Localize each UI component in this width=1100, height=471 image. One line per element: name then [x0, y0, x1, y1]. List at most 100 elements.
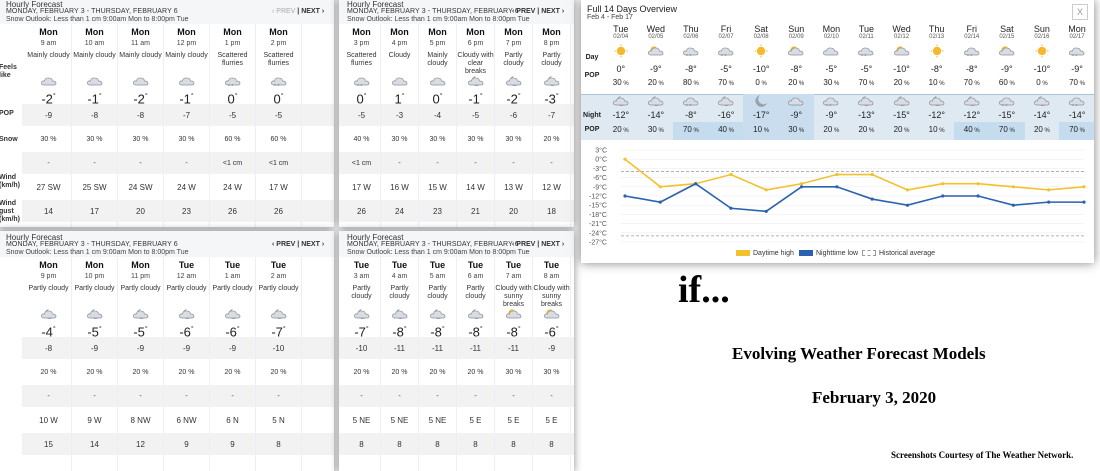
cell-day: Mon	[210, 28, 255, 37]
hour-column: Tue 7 am Cloudy with sunny breaks -8° -11 30 …	[495, 257, 533, 471]
cond-value: Mainly cloudy	[27, 52, 70, 59]
overview-hi: -5°	[814, 64, 850, 74]
cell-time: 7 pm	[495, 40, 532, 48]
feels-value: -11	[394, 344, 405, 353]
cell-feels: -11	[381, 345, 418, 353]
day-value: Tue	[353, 260, 370, 270]
percent-sign: %	[832, 128, 840, 134]
panel-date-range: MONDAY, FEBRUARY 3 - THURSDAY, FEBRUARY …	[6, 241, 178, 248]
panel-header: Hourly Forecast MONDAY, FEBRUARY 3 - THUR…	[0, 231, 334, 257]
degree-sign: °	[479, 93, 483, 100]
panel-header: Hourly Forecast MONDAY, FEBRUARY 3 - THUR…	[339, 231, 574, 257]
day-value: Mon	[85, 27, 104, 37]
wind-value: 14 W	[466, 183, 485, 192]
hour-column: Mon 4 pm Cloudy 1° -3 30 % - 16 W 24	[381, 24, 419, 227]
day-value: Tue	[543, 260, 560, 270]
cell-pop: 30 %	[26, 136, 71, 144]
degree-sign: °	[728, 64, 732, 74]
overview-dt: 02/11	[849, 34, 885, 40]
partly-cloudy-night-icon	[963, 94, 981, 108]
cell-temp: -1°	[457, 90, 494, 106]
next-button[interactable]: NEXT ›	[541, 8, 564, 15]
feels-value: -3	[395, 111, 404, 120]
overview-hi: -9°	[989, 64, 1025, 74]
nighttime-low-point	[694, 182, 698, 186]
percent-sign: %	[797, 128, 805, 134]
wind-value: 5 N	[272, 416, 285, 425]
prev-button[interactable]: ‹ PREV	[272, 241, 295, 248]
prev-button[interactable]: ‹ PREV	[512, 241, 535, 248]
lo-value: -15	[893, 110, 907, 120]
percent-sign: %	[972, 128, 980, 134]
cell-gust: 15	[26, 441, 71, 449]
temp-value: -7	[354, 324, 366, 340]
cell-gust: 8	[381, 441, 418, 449]
overview-dn: Wed	[884, 24, 920, 34]
day-value: Mon	[428, 27, 447, 37]
next-button[interactable]: NEXT ›	[541, 241, 564, 248]
temp-value: -5	[133, 324, 145, 340]
time-value: 12 pm	[176, 40, 197, 47]
cell-feels: -7	[533, 112, 570, 120]
svg-text:* *: * *	[1072, 104, 1077, 108]
overview-day-column: Thu 02/06 -8° 80 % -8° 70 % * * * *	[673, 22, 709, 140]
cell-pop: 30 %	[72, 136, 117, 144]
dn-value: Thu	[928, 24, 945, 34]
feels-value: -10	[355, 344, 368, 353]
cell-cond: Cloudy	[381, 52, 418, 60]
snow-value: -	[550, 393, 553, 400]
cond-value: Mainly cloudy	[73, 52, 116, 59]
overview-lo: -12°	[919, 110, 955, 120]
hour-column: Mon 8 pm Partly cloudy -3° -7 20 % - 12 W 18	[533, 24, 571, 227]
hour-column: Mon 12 pm Mainly cloudy -1° -7 30 % - 24 W 23	[164, 24, 210, 227]
cell-pop: 30 %	[419, 136, 456, 144]
feels-value: -11	[432, 344, 443, 353]
snow-value: -	[93, 160, 96, 167]
cond-value: Partly cloudy	[389, 285, 410, 300]
cell-pop: 60 %	[210, 136, 255, 144]
percent-sign: %	[621, 128, 629, 134]
next-button[interactable]: NEXT ›	[301, 241, 324, 248]
cell-pop: 30 %	[495, 136, 532, 144]
cell-cond: Mainly cloudy	[164, 52, 209, 60]
time-value: 1 am	[224, 273, 241, 280]
flurries-icon: * *	[963, 44, 981, 60]
cell-time: 10 am	[72, 40, 117, 48]
cell-pop: 20 %	[533, 136, 570, 144]
partly-cloudy-night-icon	[391, 307, 409, 321]
degree-sign: °	[1011, 110, 1016, 120]
cell-wind: 13 W	[495, 184, 532, 192]
y-tick-label: -12°C	[589, 193, 607, 201]
next-button[interactable]: NEXT ›	[301, 8, 324, 15]
prev-button[interactable]: ‹ PREV	[512, 8, 535, 15]
degree-sign: °	[517, 326, 521, 333]
feels-value: -11	[508, 344, 519, 353]
time-value: 5 am	[429, 273, 446, 280]
close-button[interactable]: X	[1072, 4, 1088, 20]
clear-breaks-icon	[467, 74, 485, 88]
cell-cond: Partly cloudy	[419, 285, 456, 301]
hour-column: Tue 5 am Partly cloudy -8° -11 20 % - 5 NE 8	[419, 257, 457, 471]
partly-cloudy-night-icon	[132, 307, 150, 321]
overview-lo: -14°	[638, 110, 674, 120]
cell-day: Mon	[533, 28, 570, 37]
cell-pop: 30 %	[533, 369, 570, 377]
dn-value: Wed	[892, 24, 911, 34]
wind-value: 5 E	[469, 416, 482, 425]
feels-value: -9	[44, 111, 53, 120]
overview-pop: 80 %	[673, 78, 709, 87]
feels-value: -8	[90, 111, 99, 120]
row-label: POP	[0, 110, 14, 117]
cond-value: Partly cloudy	[465, 285, 486, 300]
percent-sign: %	[797, 81, 805, 87]
prev-button[interactable]: ‹ PREV	[272, 8, 295, 15]
snow-value: <1 cm	[268, 160, 289, 167]
hour-column: Mon 2 pm Scattered flurries 0° -5 60 % <1 cm 17…	[256, 24, 302, 227]
credit-line: Screenshots Courtesy of The Weather Netw…	[891, 450, 1074, 460]
cell-gust: 14	[72, 441, 117, 449]
hi-value: -9	[1001, 64, 1010, 74]
feels-value: -5	[471, 111, 480, 120]
feels-value: -7	[182, 111, 191, 120]
cell-gust: 23	[419, 208, 456, 216]
dn-value: Fri	[720, 24, 732, 34]
